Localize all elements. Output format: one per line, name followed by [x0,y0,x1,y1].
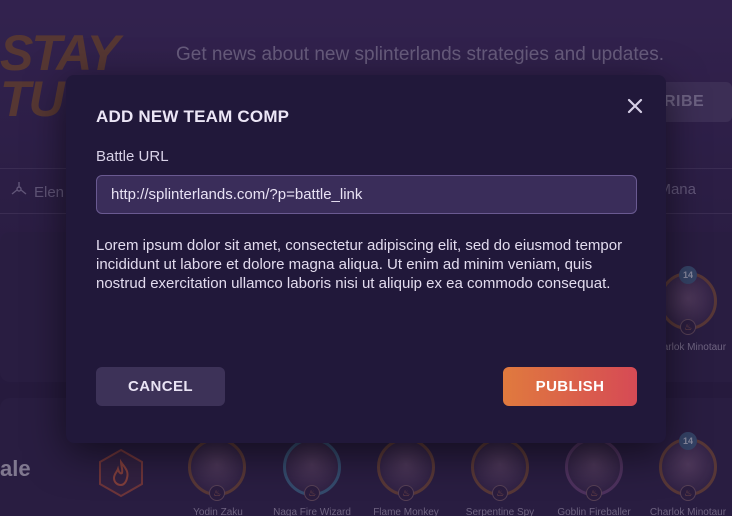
cancel-button[interactable]: CANCEL [96,367,225,406]
battle-url-input[interactable] [96,175,637,214]
dialog-description: Lorem ipsum dolor sit amet, consectetur … [96,237,623,292]
add-team-comp-dialog: ADD NEW TEAM COMP Battle URL Lorem ipsum… [66,75,666,443]
close-button[interactable] [624,95,646,117]
close-icon [627,98,643,114]
publish-button[interactable]: PUBLISH [503,367,637,406]
battle-url-label: Battle URL [96,148,169,165]
page: STAY TU Get news about new splinterlands… [0,0,732,516]
dialog-title: ADD NEW TEAM COMP [96,107,290,126]
